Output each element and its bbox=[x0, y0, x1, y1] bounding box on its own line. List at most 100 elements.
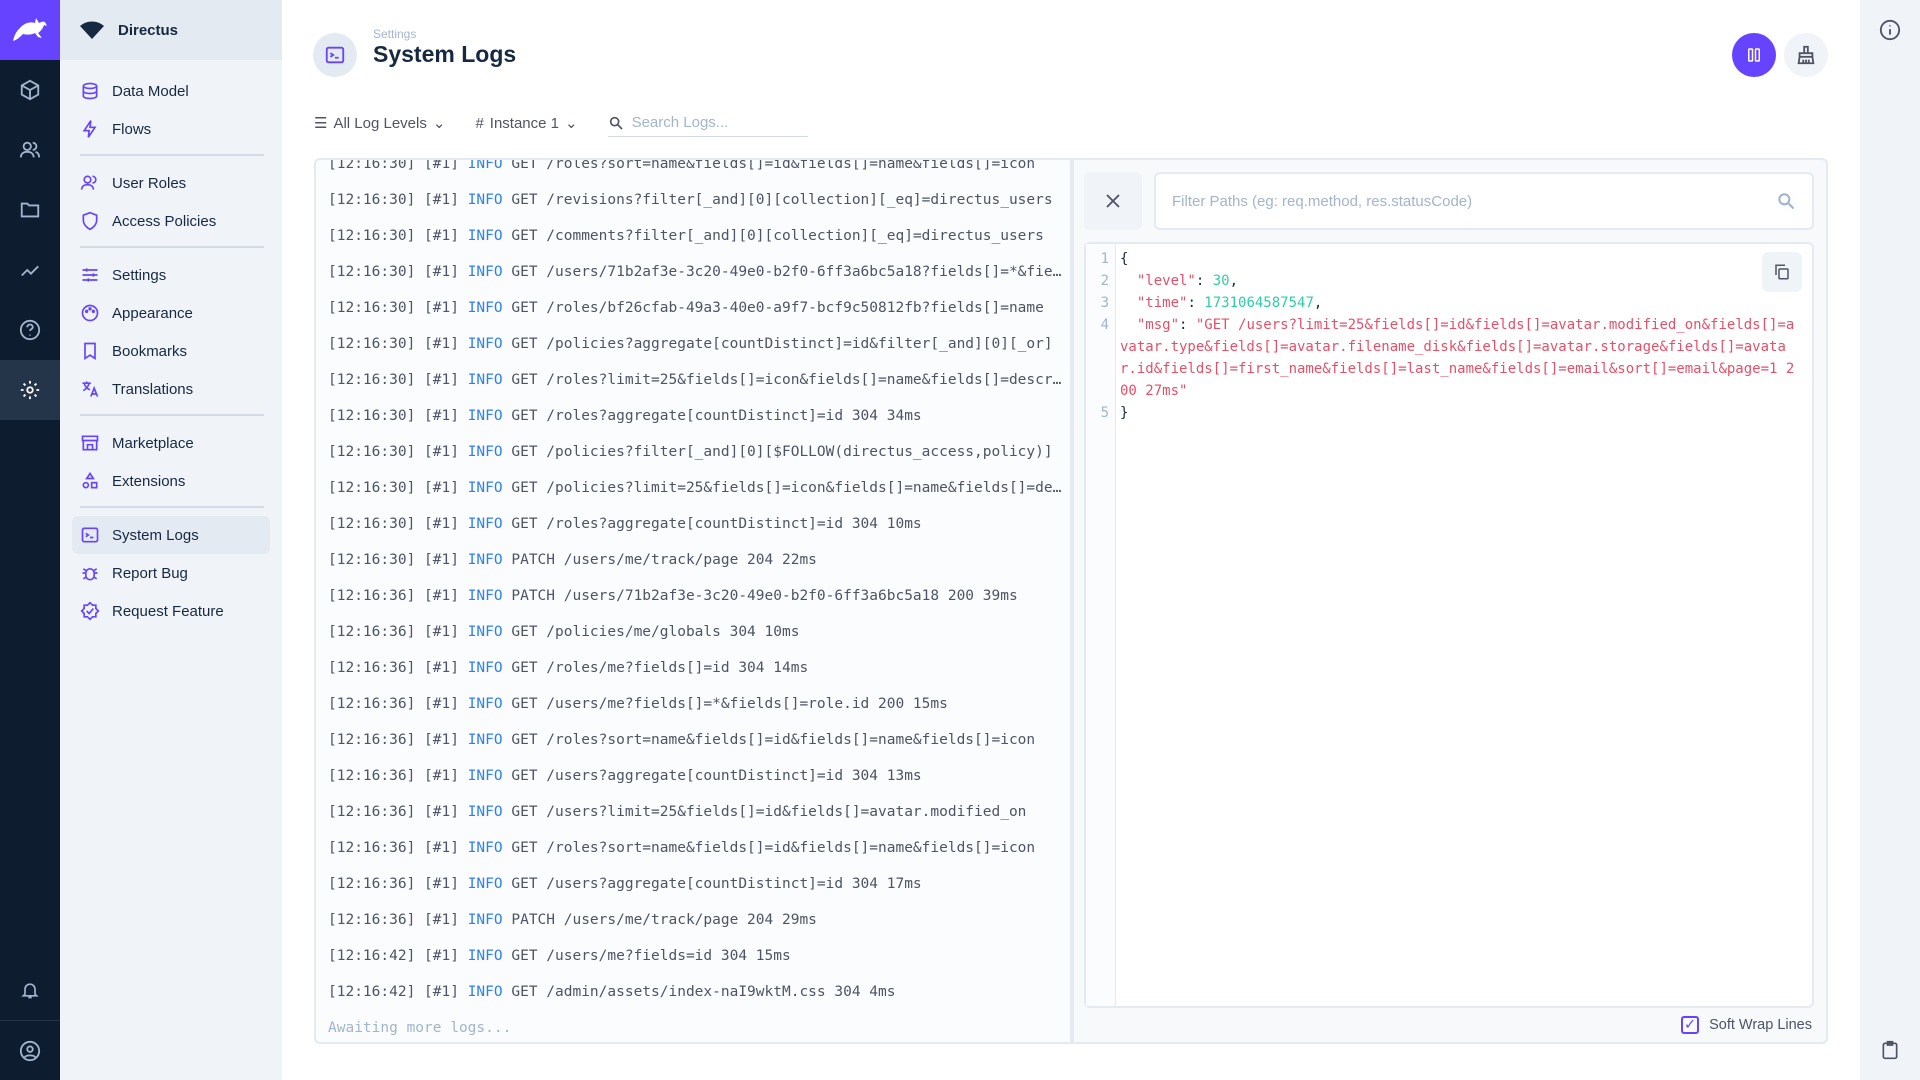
divider bbox=[80, 246, 264, 248]
log-row[interactable]: [12:16:36] [#1] INFO PATCH /users/71b2af… bbox=[316, 578, 1064, 614]
directus-logo[interactable] bbox=[0, 0, 60, 60]
sidebar-item-translations[interactable]: Translations bbox=[72, 370, 270, 408]
new-releases-icon bbox=[80, 601, 100, 621]
breadcrumb[interactable]: Settings bbox=[373, 27, 416, 41]
log-message: GET /users?aggregate[countDistinct]=id 3… bbox=[511, 876, 922, 892]
log-level: INFO bbox=[467, 588, 503, 604]
clear-logs-button[interactable] bbox=[1784, 33, 1828, 77]
soft-wrap-label: Soft Wrap Lines bbox=[1709, 1017, 1812, 1033]
sidebar-item-label: System Logs bbox=[112, 526, 199, 544]
log-message: PATCH /users/71b2af3e-3c20-49e0-b2f0-6ff… bbox=[511, 588, 1018, 604]
sidebar-item-data-model[interactable]: Data Model bbox=[72, 72, 270, 110]
help-icon[interactable] bbox=[0, 300, 60, 360]
log-row[interactable]: [12:16:30] [#1] INFO GET /comments?filte… bbox=[316, 218, 1064, 254]
instance-value: Instance 1 bbox=[489, 114, 559, 132]
sidebar-item-marketplace[interactable]: Marketplace bbox=[72, 424, 270, 462]
log-row[interactable]: [12:16:30] [#1] INFO GET /users/71b2af3e… bbox=[316, 254, 1064, 290]
log-level: INFO bbox=[467, 840, 503, 856]
instance-dropdown[interactable]: # Instance 1 ⌄ bbox=[475, 114, 577, 133]
log-message: GET /admin/assets/index-naI9wktM.css 304… bbox=[511, 984, 896, 1000]
log-level-dropdown[interactable]: ☰ All Log Levels ⌄ bbox=[314, 114, 445, 133]
log-level: INFO bbox=[467, 264, 503, 280]
content-module-cube-icon[interactable] bbox=[0, 60, 60, 120]
log-level: INFO bbox=[467, 158, 503, 172]
log-message: GET /users/71b2af3e-3c20-49e0-b2f0-6ff3a… bbox=[511, 264, 1064, 280]
log-row[interactable]: [12:16:30] [#1] INFO PATCH /users/me/tra… bbox=[316, 542, 1064, 578]
log-row[interactable]: [12:16:36] [#1] INFO GET /roles?sort=nam… bbox=[316, 722, 1064, 758]
log-instance: [#1] bbox=[424, 768, 459, 784]
soft-wrap-toggle[interactable]: ✓ Soft Wrap Lines bbox=[1681, 1016, 1812, 1034]
copy-button[interactable] bbox=[1762, 252, 1802, 292]
info-icon[interactable] bbox=[1860, 0, 1920, 60]
log-list[interactable]: [12:16:30] [#1] INFO GET /roles?sort=nam… bbox=[314, 158, 1070, 1044]
log-level: INFO bbox=[467, 804, 503, 820]
log-row[interactable]: [12:16:30] [#1] INFO GET /roles?limit=25… bbox=[316, 362, 1064, 398]
log-message: GET /roles?limit=25&fields[]=icon&fields… bbox=[511, 372, 1064, 388]
log-level: INFO bbox=[467, 372, 503, 388]
log-level: INFO bbox=[467, 336, 503, 352]
wifi-project-icon bbox=[80, 21, 104, 39]
insights-icon[interactable] bbox=[0, 240, 60, 300]
close-detail-button[interactable] bbox=[1084, 172, 1142, 230]
log-row[interactable]: [12:16:36] [#1] INFO GET /roles?sort=nam… bbox=[316, 830, 1064, 866]
log-instance: [#1] bbox=[424, 984, 459, 1000]
log-instance: [#1] bbox=[424, 516, 459, 532]
log-message: GET /users/me?fields[]=*&fields[]=role.i… bbox=[511, 696, 948, 712]
bug-icon bbox=[82, 568, 98, 581]
log-row[interactable]: [12:16:36] [#1] INFO GET /policies/me/gl… bbox=[316, 614, 1064, 650]
sidebar-item-bookmarks[interactable]: Bookmarks bbox=[72, 332, 270, 370]
log-row[interactable]: [12:16:36] [#1] INFO GET /roles/me?field… bbox=[316, 650, 1064, 686]
sidebar-item-request-feature[interactable]: Request Feature bbox=[72, 592, 270, 630]
log-instance: [#1] bbox=[424, 372, 459, 388]
sidebar-item-access-policies[interactable]: Access Policies bbox=[72, 202, 270, 240]
log-row[interactable]: [12:16:30] [#1] INFO GET /roles?aggregat… bbox=[316, 506, 1064, 542]
log-row[interactable]: [12:16:30] [#1] INFO GET /roles?aggregat… bbox=[316, 398, 1064, 434]
sidebar-item-user-roles[interactable]: User Roles bbox=[72, 164, 270, 202]
checkbox-checked-icon[interactable]: ✓ bbox=[1681, 1016, 1700, 1034]
user-avatar-icon[interactable] bbox=[0, 1020, 60, 1080]
settings-gear-icon[interactable] bbox=[0, 360, 60, 420]
log-message: PATCH /users/me/track/page 204 29ms bbox=[511, 912, 817, 928]
log-instance: [#1] bbox=[424, 228, 459, 244]
log-row[interactable]: [12:16:42] [#1] INFO GET /admin/assets/i… bbox=[316, 974, 1064, 1010]
log-row[interactable]: [12:16:30] [#1] INFO GET /policies?limit… bbox=[316, 470, 1064, 506]
log-row[interactable]: [12:16:36] [#1] INFO GET /users?limit=25… bbox=[316, 794, 1064, 830]
sidebar-item-label: User Roles bbox=[112, 174, 187, 192]
sidebar-item-settings[interactable]: Settings bbox=[72, 256, 270, 294]
pause-button[interactable] bbox=[1732, 33, 1776, 77]
users-module-icon[interactable] bbox=[0, 120, 60, 180]
log-time: [12:16:42] bbox=[328, 984, 416, 1000]
log-row[interactable]: [12:16:36] [#1] INFO GET /users?aggregat… bbox=[316, 758, 1064, 794]
search-logs-input[interactable]: Search Logs... bbox=[607, 109, 808, 137]
notifications-bell-icon[interactable] bbox=[0, 960, 60, 1020]
log-row[interactable]: [12:16:36] [#1] INFO GET /users?aggregat… bbox=[316, 866, 1064, 902]
log-row[interactable]: [12:16:30] [#1] INFO GET /policies?filte… bbox=[316, 434, 1064, 470]
sidebar-item-report-bug[interactable]: Report Bug bbox=[72, 554, 270, 592]
log-time: [12:16:30] bbox=[328, 444, 416, 460]
project-header[interactable]: Directus bbox=[60, 0, 282, 60]
json-viewer[interactable]: 12345 { "level": 30, "time": 17310645875… bbox=[1084, 242, 1814, 1008]
bolt-icon bbox=[82, 120, 97, 138]
sidebar-item-extensions[interactable]: Extensions bbox=[72, 462, 270, 500]
log-row[interactable]: [12:16:30] [#1] INFO GET /revisions?filt… bbox=[316, 182, 1064, 218]
log-row[interactable]: [12:16:36] [#1] INFO GET /users/me?field… bbox=[316, 686, 1064, 722]
log-instance: [#1] bbox=[424, 192, 459, 208]
log-row[interactable]: [12:16:30] [#1] INFO GET /roles?sort=nam… bbox=[316, 158, 1064, 182]
sidebar-item-appearance[interactable]: Appearance bbox=[72, 294, 270, 332]
log-level: INFO bbox=[467, 480, 503, 496]
awaiting-logs-text: Awaiting more logs... bbox=[328, 1020, 512, 1036]
sidebar-item-flows[interactable]: Flows bbox=[72, 110, 270, 148]
clipboard-icon[interactable] bbox=[1860, 1020, 1920, 1080]
log-row[interactable]: [12:16:30] [#1] INFO GET /policies?aggre… bbox=[316, 326, 1064, 362]
log-row[interactable]: [12:16:36] [#1] INFO PATCH /users/me/tra… bbox=[316, 902, 1064, 938]
page-title: System Logs bbox=[373, 41, 517, 67]
log-message: GET /roles/bf26cfab-49a3-40e0-a9f7-bcf9c… bbox=[511, 300, 1044, 316]
files-folder-icon[interactable] bbox=[0, 180, 60, 240]
log-row[interactable]: [12:16:42] [#1] INFO GET /users/me?field… bbox=[316, 938, 1064, 974]
filter-paths-input[interactable]: Filter Paths (eg: req.method, res.status… bbox=[1154, 172, 1814, 230]
log-time: [12:16:30] bbox=[328, 516, 416, 532]
sidebar-item-label: Translations bbox=[112, 380, 194, 398]
log-row[interactable]: [12:16:30] [#1] INFO GET /roles/bf26cfab… bbox=[316, 290, 1064, 326]
sidebar-item-system-logs[interactable]: System Logs bbox=[72, 516, 270, 554]
json-level-value: 30 bbox=[1212, 273, 1230, 289]
